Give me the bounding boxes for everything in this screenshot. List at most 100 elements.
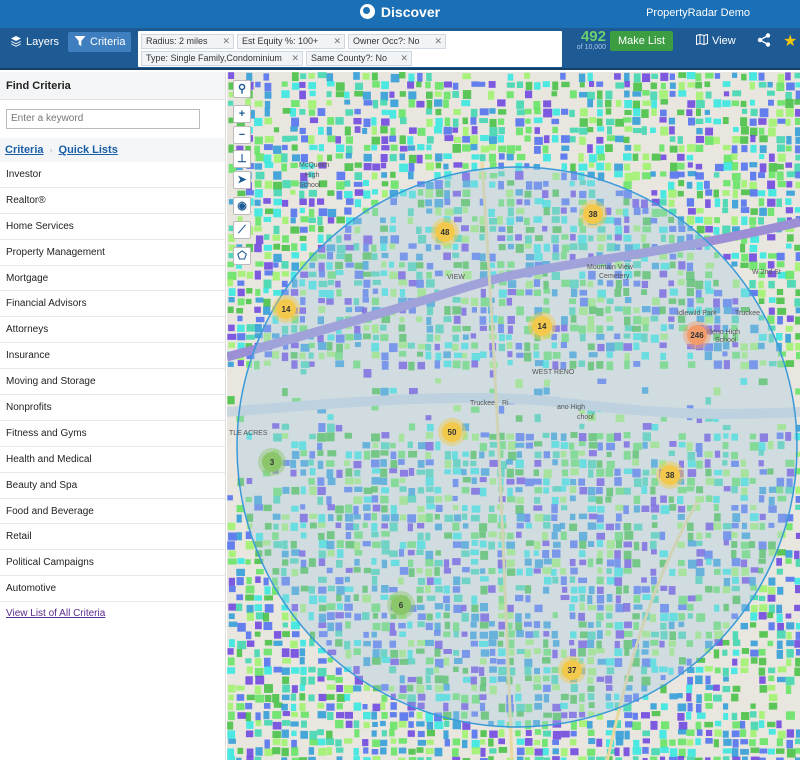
chip-owner-occ[interactable]: Owner Occ?: No ✕	[348, 34, 446, 49]
list-item[interactable]: Insurance	[0, 343, 225, 370]
chip-label: Radius: 2 miles	[146, 36, 208, 46]
list-item[interactable]: Attorneys	[0, 317, 225, 344]
ruler-icon[interactable]: ⟋	[233, 221, 251, 239]
cluster-marker[interactable]: 37	[558, 656, 586, 684]
criteria-sidebar: Find Criteria Criteria › Quick Lists Inves…	[0, 72, 226, 760]
crumb-criteria[interactable]: Criteria	[5, 144, 44, 156]
list-item[interactable]: Retail	[0, 524, 225, 551]
keyword-search-input[interactable]	[6, 108, 200, 129]
cluster-marker[interactable]: 38	[579, 200, 607, 228]
criteria-label: Criteria	[90, 36, 126, 48]
result-count: 492 of 10,000	[566, 28, 606, 51]
list-item[interactable]: Financial Advisors	[0, 291, 225, 318]
list-item[interactable]: Political Campaigns	[0, 550, 225, 577]
star-icon[interactable]: ★	[783, 31, 797, 51]
cluster-marker[interactable]: 3	[258, 448, 286, 476]
chip-type[interactable]: Type: Single Family,Condominium ✕	[141, 51, 303, 66]
sidebar-title: Find Criteria	[0, 72, 225, 100]
close-icon[interactable]: ✕	[222, 35, 230, 48]
list-item[interactable]: Health and Medical	[0, 447, 225, 473]
list-item[interactable]: Beauty and Spa	[0, 473, 225, 499]
filter-icon	[74, 36, 86, 46]
zoom-out-icon[interactable]: −	[233, 126, 251, 144]
map-view[interactable]: McQueen High School Mountain View Cemetery Id…	[227, 72, 800, 760]
cluster-count: 3	[270, 458, 275, 467]
map-label: School	[299, 182, 321, 189]
cluster-marker[interactable]: 14	[272, 295, 300, 323]
criteria-list: Investor Realtor® Home Services Property…	[0, 162, 225, 603]
map-label: McQueen	[299, 162, 329, 169]
layers-label: Layers	[26, 36, 60, 48]
list-item[interactable]: Automotive	[0, 576, 225, 603]
layers-button[interactable]: Layers	[4, 32, 65, 52]
map-label: Reno High	[707, 329, 740, 336]
account-name[interactable]: PropertyRadar Demo	[646, 7, 750, 19]
pin-icon[interactable]: ⊥	[233, 150, 251, 168]
list-item[interactable]: Mortgage	[0, 266, 225, 292]
map-label: W 2nd St	[752, 269, 781, 276]
view-button[interactable]: View	[696, 33, 736, 47]
make-list-button[interactable]: Make List	[610, 31, 673, 51]
cluster-marker[interactable]: 38	[656, 461, 684, 489]
cluster-count: 14	[538, 322, 547, 331]
cluster-marker[interactable]: 6	[387, 591, 415, 619]
chip-label: Same County?: No	[311, 53, 388, 63]
view-all-criteria-link[interactable]: View List of All Criteria	[0, 602, 225, 625]
globe-icon	[359, 4, 375, 19]
map-label: Mountain View	[587, 264, 634, 271]
map-label: School	[715, 337, 737, 344]
list-item[interactable]: Food and Beverage	[0, 499, 225, 525]
app-title: Discover	[380, 4, 441, 20]
list-item[interactable]: Realtor®	[0, 188, 225, 214]
map-label: chool	[577, 414, 594, 421]
close-icon[interactable]: ✕	[434, 35, 442, 48]
close-icon[interactable]: ✕	[291, 52, 299, 65]
cluster-count: 246	[690, 331, 704, 340]
chip-label: Est Equity %: 100+	[242, 36, 319, 46]
close-icon[interactable]: ✕	[400, 52, 408, 65]
map-label: Ri	[502, 400, 509, 407]
share-icon[interactable]	[757, 33, 771, 47]
view-label: View	[712, 35, 736, 47]
cluster-marker[interactable]: 14	[528, 312, 556, 340]
list-item[interactable]: Property Management	[0, 240, 225, 266]
map-canvas[interactable]: McQueen High School Mountain View Cemetery Id…	[227, 72, 800, 760]
result-count-number: 492	[580, 28, 606, 45]
cluster-count: 48	[441, 228, 450, 237]
person-icon[interactable]: ⚲	[233, 80, 251, 98]
list-item[interactable]: Nonprofits	[0, 395, 225, 421]
map-icon	[696, 33, 708, 46]
list-item[interactable]: Home Services	[0, 214, 225, 240]
cluster-marker[interactable]: 48	[431, 218, 459, 246]
locate-icon[interactable]: ➤	[233, 171, 251, 189]
cluster-count: 14	[282, 305, 291, 314]
chip-label: Owner Occ?: No	[353, 36, 420, 46]
cluster-count: 38	[589, 210, 598, 219]
map-label: VIEW	[447, 274, 465, 281]
breadcrumb: Criteria › Quick Lists	[0, 138, 225, 162]
polygon-icon[interactable]: ⬠	[233, 247, 251, 265]
cluster-marker[interactable]: 246	[683, 321, 711, 349]
cluster-count: 50	[448, 428, 457, 437]
chip-same-county[interactable]: Same County?: No ✕	[306, 51, 412, 66]
map-label: Cemetery	[599, 273, 630, 280]
list-item[interactable]: Fitness and Gyms	[0, 421, 225, 447]
map-label: TLE ACRES	[229, 430, 268, 437]
globe-icon[interactable]: ◉	[233, 197, 251, 215]
close-icon[interactable]: ✕	[333, 35, 341, 48]
cluster-count: 6	[399, 601, 404, 610]
chip-equity[interactable]: Est Equity %: 100+ ✕	[237, 34, 345, 49]
radius-circle	[236, 166, 798, 728]
cluster-count: 37	[568, 666, 577, 675]
list-item[interactable]: Investor	[0, 162, 225, 188]
cluster-marker[interactable]: 50	[438, 418, 466, 446]
sidebar-search	[0, 100, 225, 138]
chip-radius[interactable]: Radius: 2 miles ✕	[141, 34, 234, 49]
crumb-quick-lists[interactable]: Quick Lists	[59, 144, 118, 156]
map-label: ano High	[557, 404, 585, 411]
layers-icon	[11, 36, 21, 47]
result-count-of[interactable]: of 10,000	[566, 44, 606, 51]
zoom-in-icon[interactable]: +	[233, 105, 251, 123]
criteria-button[interactable]: Criteria	[68, 32, 132, 52]
list-item[interactable]: Moving and Storage	[0, 369, 225, 396]
